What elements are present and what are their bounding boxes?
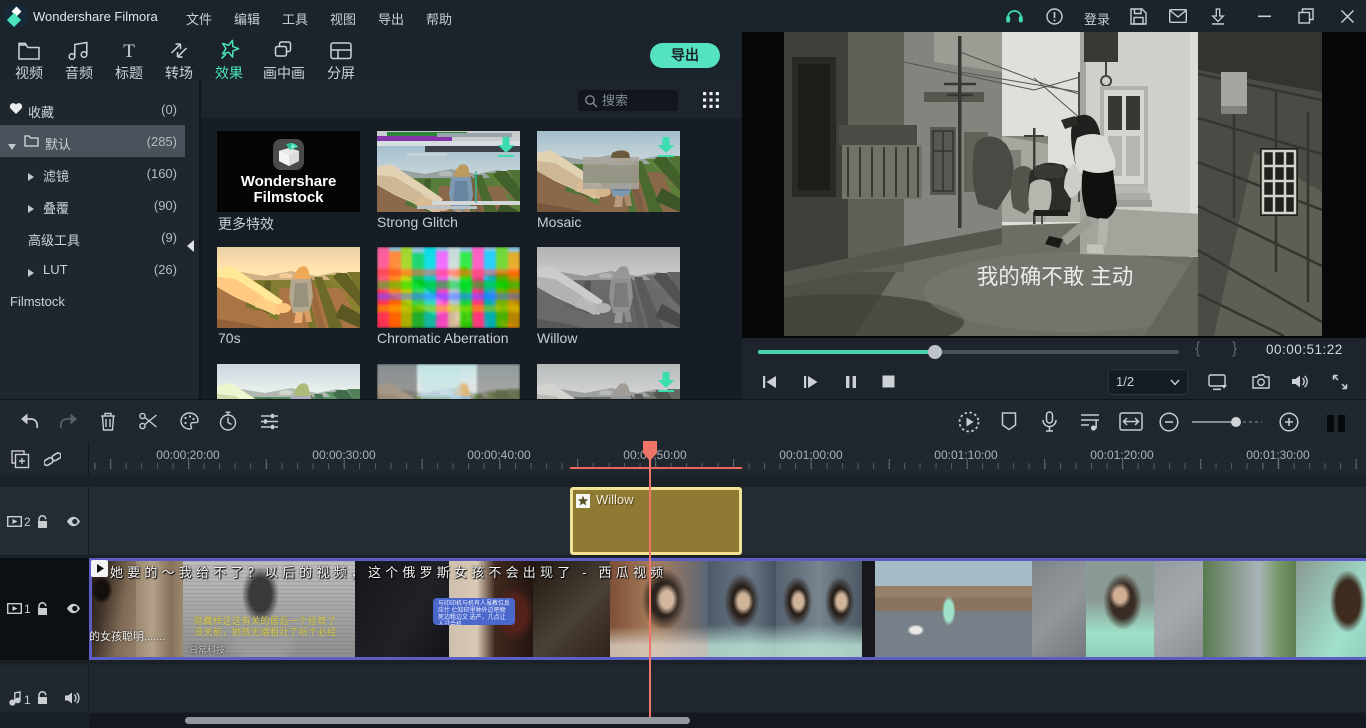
svg-text:1: 1: [24, 693, 31, 706]
svg-text:1: 1: [24, 603, 31, 614]
svg-text:2: 2: [24, 516, 31, 527]
svg-text:我的确不敢 主动: 我的确不敢 主动: [977, 265, 1133, 289]
svg-text:T: T: [123, 41, 135, 60]
